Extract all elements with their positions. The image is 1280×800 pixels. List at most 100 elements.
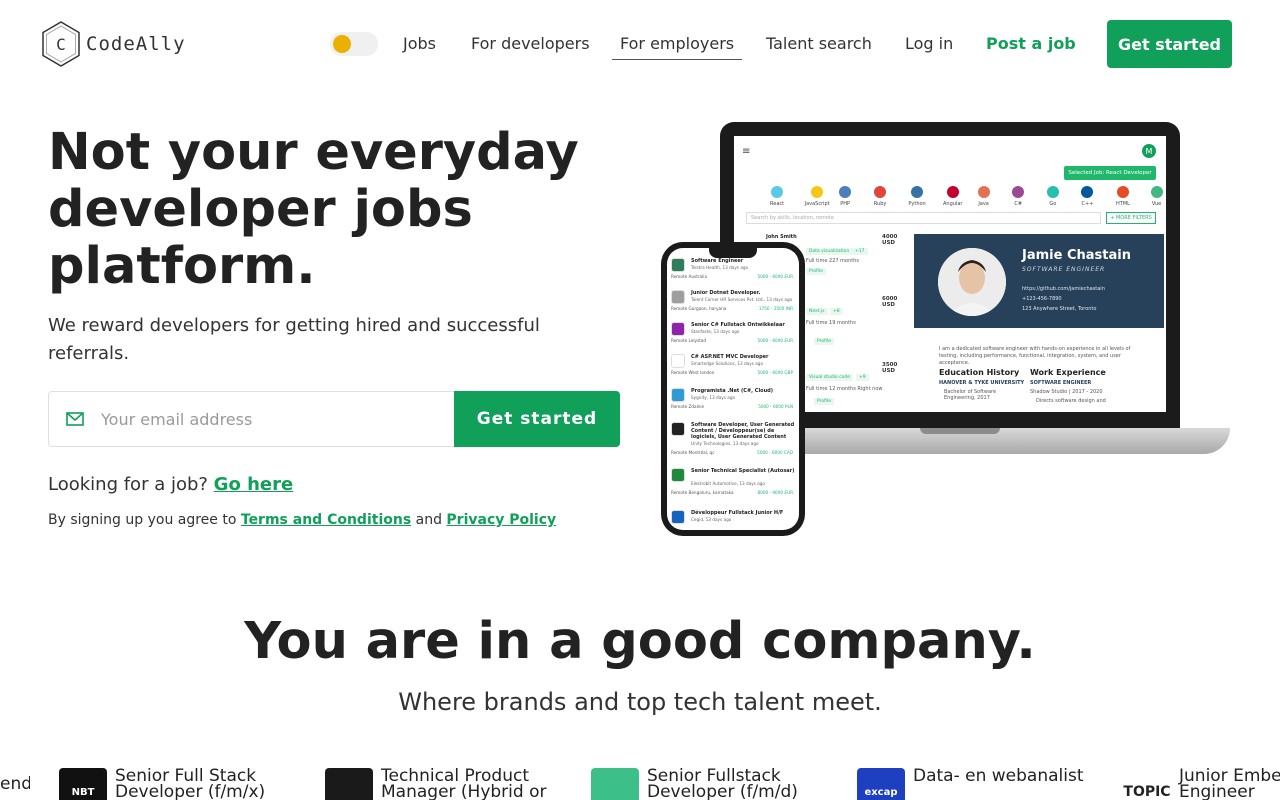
job-location: Remote Montréal, qc <box>671 450 715 455</box>
candidate-tag-extra: +17 <box>852 248 868 255</box>
job-title: end <box>0 776 30 792</box>
nav-post-a-job[interactable]: Post a job <box>986 34 1076 53</box>
job-title: Software Engineer <box>691 258 744 264</box>
mail-icon <box>49 392 101 446</box>
job-location: Remote Zdalnie <box>671 404 705 409</box>
candidate-meta: Full time 12 months Right now <box>806 386 883 392</box>
hero-subtitle: We reward developers for getting hired a… <box>48 315 540 364</box>
theme-toggle[interactable] <box>330 32 378 56</box>
phone-notch <box>709 248 757 258</box>
phone-screen: Software Engineer Telstra Health, 13 days… <box>667 248 799 530</box>
candidate-salary: 4000 USD <box>882 234 898 246</box>
tech-icon <box>811 186 824 198</box>
candidate-meta: Full time 227 months <box>806 258 859 264</box>
job-location: Remote Gurgaon, haryana <box>671 306 727 311</box>
job-location: Remote Australia <box>671 274 708 279</box>
profile-photo <box>938 248 1006 316</box>
nav-talent-search[interactable]: Talent search <box>766 34 872 53</box>
email-input[interactable] <box>101 392 454 446</box>
education-school: HANOVER & TYKE UNIVERSITY <box>939 380 1025 386</box>
tech-icon <box>977 186 990 198</box>
tech-label: React <box>770 201 785 207</box>
candidate-salary: 6000 USD <box>882 296 898 308</box>
terms-link[interactable]: Terms and Conditions <box>241 512 411 528</box>
experience-role: SOFTWARE ENGINEER <box>1030 380 1092 386</box>
nav-for-employers[interactable]: For employers <box>612 34 743 60</box>
nav-for-developers[interactable]: For developers <box>471 34 590 53</box>
job-card-partial[interactable]: end <box>0 776 30 792</box>
nav-log-in[interactable]: Log in <box>905 34 953 53</box>
looking-for-job: Looking for a job? Go here <box>48 474 293 495</box>
job-location: Remote West london <box>671 370 715 375</box>
candidate-profile: Profile <box>814 338 834 345</box>
hero-title: Not your everyday developer jobs platfor… <box>48 123 579 296</box>
hero-get-started-button[interactable]: Get started <box>454 391 620 447</box>
candidate-profile: Profile <box>814 398 834 405</box>
candidate-tag: Data visualization <box>806 248 853 255</box>
company-job-card[interactable]: Senior Fullstack Developer (f/m/d) <box>591 768 837 800</box>
job-title: Junior Dotnet Developer. <box>691 290 761 296</box>
company-job-card[interactable]: TOPICJunior Embedded Engineer <box>1123 768 1280 800</box>
privacy-link[interactable]: Privacy Policy <box>446 512 556 528</box>
logo-text: CodeAlly <box>86 33 186 55</box>
company-job-card[interactable]: excap Data- en webanalist <box>857 768 1103 800</box>
job-salary: 5000 - 6000 GBP <box>757 370 793 375</box>
job-title: Data- en webanalist <box>913 766 1084 786</box>
section-title: You are in a good company. <box>244 612 1036 671</box>
profile-address: 123 Anywhere Street, Toronto <box>1022 306 1097 312</box>
tech-filter-vue: Vue <box>1150 186 1163 207</box>
job-title: Développeur Fullstack Junior H/F <box>691 510 784 516</box>
job-salary: 5000 - 6000 EUR <box>757 274 793 279</box>
company-logo: TOPIC <box>1123 768 1171 800</box>
candidate-tag-extra: +9 <box>856 374 869 381</box>
candidate-name: John Smith <box>766 234 797 240</box>
codeally-logo[interactable]: C CodeAlly <box>40 20 186 68</box>
company-job-card[interactable]: NBT Senior Full Stack Developer (f/m/x) <box>59 768 305 800</box>
company-logo <box>591 768 639 800</box>
hexagon-logo-icon: C <box>42 21 80 67</box>
go-here-link[interactable]: Go here <box>214 474 294 495</box>
tech-label: Python <box>908 201 926 207</box>
terms-notice: By signing up you agree to Terms and Con… <box>48 512 556 528</box>
profile-role: SOFTWARE ENGINEER <box>1022 266 1106 273</box>
user-avatar: M <box>1142 144 1156 158</box>
tech-label: Vue <box>1151 201 1162 207</box>
tech-filter-python: Python <box>908 186 926 207</box>
company-logo <box>671 322 685 336</box>
tech-filter-c: C# <box>1012 186 1025 207</box>
tech-label: Java <box>978 201 989 207</box>
company-job-card[interactable]: Technical Product Manager (Hybrid or <box>325 768 571 800</box>
education-title: Education History <box>939 368 1020 377</box>
section-subtitle: Where brands and top tech talent meet. <box>398 688 882 716</box>
tech-filter-react: React <box>770 186 784 207</box>
profile-card: Jamie Chastain SOFTWARE ENGINEER https:/… <box>914 234 1164 328</box>
job-title: Junior Embedded Engineer <box>1179 766 1280 800</box>
job-company: Talent Corner HR Services Pvt. Ltd., 13 … <box>691 297 793 302</box>
job-company: Elektrobit Automotive, 13 days ago <box>691 481 765 486</box>
tech-filter-html: HTML <box>1116 186 1130 207</box>
tech-label: Ruby <box>873 201 887 207</box>
job-salary: 5000 - 6000 CAD <box>757 450 793 455</box>
candidate-tag: Visual studio code <box>806 374 853 381</box>
sun-icon <box>333 35 351 53</box>
company-logo: excap <box>857 768 905 800</box>
job-company: Unity Technologies, 13 days ago <box>691 441 759 446</box>
menu-icon: ≡ <box>742 146 751 157</box>
profile-name: Jamie Chastain <box>1022 248 1131 263</box>
job-company: Cegid, 13 days ago <box>691 517 732 522</box>
nav-jobs[interactable]: Jobs <box>403 34 436 53</box>
company-logo <box>325 768 373 800</box>
candidate-tag: Next.js <box>806 308 828 315</box>
tech-filter-go: Go <box>1046 186 1059 207</box>
tech-label: JavaScript <box>804 201 830 207</box>
laptop-notch <box>920 428 1000 434</box>
tech-label: HTML <box>1116 201 1130 207</box>
company-logo <box>671 290 685 304</box>
company-logo <box>671 388 685 402</box>
company-logo <box>671 422 685 436</box>
tech-label: C# <box>1014 201 1023 207</box>
looking-text: Looking for a job? <box>48 474 208 495</box>
email-signup-form: Get started <box>48 391 620 447</box>
experience-note: Directs software design and <box>1036 398 1106 404</box>
header-get-started-button[interactable]: Get started <box>1107 20 1232 68</box>
